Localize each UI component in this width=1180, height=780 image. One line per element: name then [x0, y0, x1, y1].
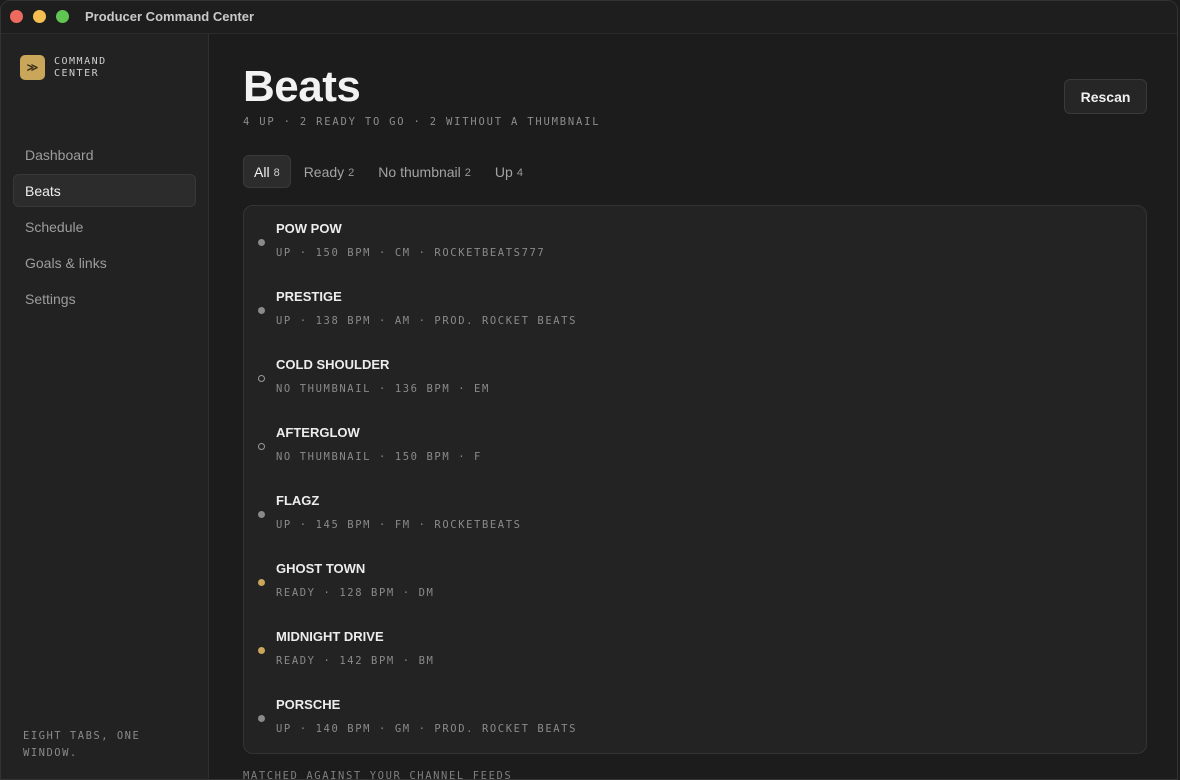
- filter-tabs: All 8 Ready 2 No thumbnail 2 Up 4: [243, 155, 536, 188]
- beat-title: POW POW: [276, 221, 342, 236]
- fast-forward-icon: ≫: [20, 55, 45, 80]
- beat-title: GHOST TOWN: [276, 561, 366, 576]
- tab-ready[interactable]: Ready 2: [293, 155, 366, 188]
- beat-meta: UP · 140 BPM · GM · PROD. ROCKET BEATS: [276, 723, 578, 735]
- minimize-window-button[interactable]: [33, 10, 46, 23]
- title-bar: Producer Command Center: [1, 1, 1177, 34]
- rescan-button[interactable]: Rescan: [1064, 79, 1147, 114]
- tab-label: No thumbnail: [378, 163, 461, 180]
- tab-count: 8: [273, 166, 280, 179]
- status-dot-ready: [258, 579, 265, 586]
- beat-title: AFTERGLOW: [276, 425, 360, 440]
- sidebar-item-dashboard[interactable]: Dashboard: [13, 138, 196, 171]
- status-dot-no-thumbnail: [258, 443, 265, 450]
- beat-row[interactable]: AFTERGLOW NO THUMBNAIL · 150 BPM · F: [244, 410, 1146, 478]
- beat-row[interactable]: PRESTIGE UP · 138 BPM · AM · PROD. ROCKE…: [244, 274, 1146, 342]
- beat-title: PRESTIGE: [276, 289, 342, 304]
- sidebar-item-schedule[interactable]: Schedule: [13, 210, 196, 243]
- close-window-button[interactable]: [10, 10, 23, 23]
- beat-row[interactable]: PORSCHE UP · 140 BPM · GM · PROD. ROCKET…: [244, 682, 1146, 750]
- tab-label: Up: [494, 163, 513, 180]
- tab-count: 4: [516, 166, 523, 179]
- status-dot-up: [258, 511, 265, 518]
- status-dot-up: [258, 307, 265, 314]
- sidebar-item-settings[interactable]: Settings: [13, 282, 196, 315]
- status-dot-up: [258, 239, 265, 246]
- sidebar: ≫ COMMAND CENTER Dashboard Beats Schedul…: [1, 34, 209, 779]
- beat-meta: UP · 150 BPM · CM · ROCKETBEATS777: [276, 247, 546, 259]
- beat-row[interactable]: COLD SHOULDER NO THUMBNAIL · 136 BPM · E…: [244, 342, 1146, 410]
- beat-row[interactable]: MIDNIGHT DRIVE READY · 142 BPM · BM: [244, 614, 1146, 682]
- beat-meta: NO THUMBNAIL · 150 BPM · F: [276, 451, 482, 463]
- app-window: Producer Command Center ≫ COMMAND CENTER…: [0, 0, 1178, 780]
- beat-meta: NO THUMBNAIL · 136 BPM · EM: [276, 383, 490, 395]
- footer-note: MATCHED AGAINST YOUR CHANNEL FEEDS: [243, 770, 513, 780]
- beat-title: MIDNIGHT DRIVE: [276, 629, 384, 644]
- brand-name: COMMAND CENTER: [54, 55, 107, 79]
- beat-row[interactable]: POW POW UP · 150 BPM · CM · ROCKETBEATS7…: [244, 206, 1146, 274]
- sidebar-footer-text: EIGHT TABS, ONE WINDOW.: [23, 730, 141, 759]
- sidebar-item-goals-links[interactable]: Goals & links: [13, 246, 196, 279]
- beat-meta: READY · 142 BPM · BM: [276, 655, 435, 667]
- main-content: Beats 4 UP · 2 READY TO GO · 2 WITHOUT A…: [209, 34, 1177, 780]
- beat-meta: UP · 138 BPM · AM · PROD. ROCKET BEATS: [276, 315, 578, 327]
- tab-label: Ready: [303, 163, 345, 180]
- tab-count: 2: [348, 166, 355, 179]
- zoom-window-button[interactable]: [56, 10, 69, 23]
- status-dot-no-thumbnail: [258, 375, 265, 382]
- tab-no-thumbnail[interactable]: No thumbnail 2: [367, 155, 482, 188]
- tab-count: 2: [464, 166, 471, 179]
- beat-title: PORSCHE: [276, 697, 341, 712]
- tab-up[interactable]: Up 4: [484, 155, 534, 188]
- beat-row[interactable]: GHOST TOWN READY · 128 BPM · DM: [244, 546, 1146, 614]
- tab-label: All: [254, 163, 270, 180]
- beat-meta: READY · 128 BPM · DM: [276, 587, 435, 599]
- window-title: Producer Command Center: [85, 9, 255, 24]
- status-dot-up: [258, 715, 265, 722]
- beats-list: POW POW UP · 150 BPM · CM · ROCKETBEATS7…: [243, 205, 1147, 754]
- brand: ≫ COMMAND CENTER: [20, 55, 124, 80]
- beat-title: FLAGZ: [276, 493, 320, 508]
- beat-row[interactable]: FLAGZ UP · 145 BPM · FM · ROCKETBEATS: [244, 478, 1146, 546]
- beat-meta: UP · 145 BPM · FM · ROCKETBEATS: [276, 519, 522, 531]
- beat-title: COLD SHOULDER: [276, 357, 390, 372]
- page-title: Beats: [243, 62, 361, 111]
- page-summary: 4 UP · 2 READY TO GO · 2 WITHOUT A THUMB…: [243, 116, 601, 128]
- status-dot-ready: [258, 647, 265, 654]
- tab-all[interactable]: All 8: [243, 155, 291, 188]
- sidebar-item-beats[interactable]: Beats: [13, 174, 196, 207]
- sidebar-nav: Dashboard Beats Schedule Goals & links S…: [13, 138, 196, 318]
